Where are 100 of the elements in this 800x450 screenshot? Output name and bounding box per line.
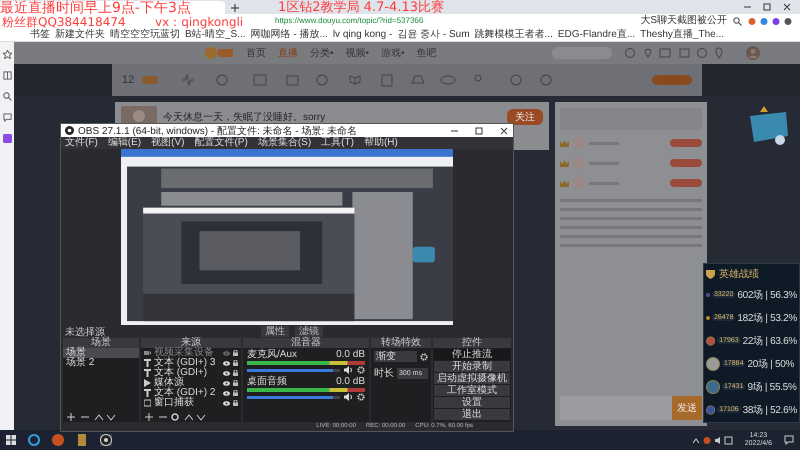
bookmark-item[interactable]: B站-晴空_S... [185, 28, 246, 40]
bookmark-item[interactable]: 晴空空空玩蓝切 [110, 28, 180, 40]
hero-avatar-icon [706, 334, 716, 348]
lock-icon[interactable] [233, 400, 238, 406]
search-icon[interactable] [733, 16, 742, 26]
control-button[interactable]: 工作室模式 [434, 385, 510, 396]
settings-icon[interactable] [357, 366, 365, 374]
source-item[interactable]: 窗口捕获 [154, 398, 194, 408]
lock-icon[interactable] [233, 370, 238, 376]
source-button[interactable]: 属性 [261, 326, 289, 337]
hero-record: 602场 | 56.3% [737, 288, 797, 302]
eye-icon[interactable] [223, 360, 230, 366]
source-item[interactable]: 文本 (GDI+) 3 [154, 358, 216, 368]
control-button[interactable]: 设置 [434, 397, 510, 408]
source-item[interactable]: 文本 (GDI+) 2 [154, 388, 216, 398]
source-button[interactable]: 滤镜 [295, 326, 323, 337]
recorder-app-icon[interactable] [100, 434, 112, 446]
settings-icon[interactable] [420, 352, 428, 360]
menu-item[interactable]: 场景集合(S) [258, 137, 312, 149]
overlay-caption: 粉丝群QQ384418474 [2, 14, 126, 29]
duration-label: 时长 [374, 366, 394, 380]
crown-icon [560, 160, 569, 166]
bookmark-item[interactable]: 书签 [30, 28, 50, 40]
shield-icon [706, 270, 715, 278]
volume-slider[interactable] [247, 368, 340, 372]
search-icon[interactable] [2, 92, 12, 101]
eye-icon[interactable] [223, 400, 230, 406]
browser-icon[interactable] [28, 434, 40, 446]
menu-item[interactable]: 编辑(E) [108, 137, 142, 149]
crown-icon [560, 140, 569, 146]
text-source-icon [144, 389, 151, 397]
dock-header: 转场特效 [371, 338, 431, 348]
control-button[interactable]: 退出 [434, 409, 510, 420]
game-app-icon[interactable] [52, 434, 64, 446]
control-button[interactable]: 开始录制 [434, 361, 510, 372]
eye-icon[interactable] [223, 380, 230, 386]
stream-title: 今天休息一天，失眠了没睡好。sorry [163, 110, 326, 124]
control-button[interactable]: 启动虚拟摄像机 [434, 373, 510, 384]
chat-icon[interactable] [2, 113, 12, 122]
dock-toolbar-icon[interactable] [145, 413, 207, 421]
league-app-icon[interactable] [76, 434, 88, 446]
source-item[interactable]: 视频采集设备 [154, 348, 214, 358]
menu-item[interactable]: 配置文件(P) [194, 137, 248, 149]
news-link[interactable]: 大S聊天截图被公开 [640, 15, 727, 27]
bookmark-item[interactable]: lv qing kong - [332, 28, 392, 40]
new-tab-icon[interactable] [231, 2, 239, 14]
lock-icon[interactable] [233, 390, 238, 396]
camera-icon [144, 349, 151, 357]
scene-item[interactable]: 场景 2 [63, 358, 139, 368]
star-icon[interactable] [2, 50, 12, 59]
menu-item[interactable]: 视图(V) [151, 137, 184, 149]
dock-header: 来源 [141, 338, 241, 348]
eye-icon[interactable] [223, 370, 230, 376]
lock-icon[interactable] [233, 360, 238, 366]
panel-title: 英雄战绩 [719, 268, 759, 281]
volume-slider[interactable] [247, 396, 340, 398]
send-button[interactable]: 发送 [672, 396, 702, 420]
menu-item[interactable]: 工具(T) [321, 137, 354, 149]
badge-pill [670, 179, 702, 187]
bookmark-item[interactable]: 跳舞模模王者者... [474, 28, 553, 40]
selection-label: 未选择源 [65, 326, 105, 338]
bookmark-item[interactable]: 新建文件夹 [55, 28, 105, 40]
tray-icons-drawing[interactable] [692, 436, 733, 444]
window-controls-icon[interactable] [449, 126, 509, 134]
source-item[interactable]: 媒体源 [154, 378, 184, 388]
app-icon[interactable] [2, 134, 12, 143]
source-item[interactable]: 文本 (GDI+) [154, 368, 208, 378]
transition-select[interactable]: 渐变 [374, 351, 417, 362]
address-field[interactable]: https://www.douyu.com/topic/?rid=537366 [275, 15, 424, 27]
badge-pill [670, 139, 702, 147]
badge-pill [670, 159, 702, 167]
overlay-caption: vx：qingkongli [155, 14, 244, 29]
follow-button[interactable]: 关注 [507, 109, 543, 125]
dock-toolbar-icon[interactable] [67, 413, 117, 421]
menu-item[interactable]: 帮助(H) [364, 137, 398, 149]
lock-icon[interactable] [233, 380, 238, 386]
speaker-icon[interactable] [344, 366, 353, 374]
hero-avatar-icon [706, 402, 716, 416]
book-icon[interactable] [2, 71, 12, 80]
speaker-icon[interactable] [344, 393, 353, 401]
hero-avatar-icon [706, 356, 720, 370]
extensions-icon[interactable] [748, 16, 792, 26]
bookmark-item[interactable]: 김윤 중사 - Sum [397, 28, 470, 40]
hero-record: 38场 | 52.6% [742, 404, 797, 416]
bookmark-item[interactable]: 网咖网络 - 播放... [250, 28, 328, 40]
scene-item[interactable]: 场景 [63, 348, 139, 358]
eye-icon[interactable] [223, 390, 230, 396]
hero-record: 9场 | 55.5% [747, 380, 797, 394]
bookmark-item[interactable]: EDG-Flandre直... [558, 28, 636, 40]
windows-start-icon[interactable] [6, 435, 16, 445]
lock-icon[interactable] [233, 350, 238, 356]
bookmark-item[interactable]: Theshy直播_The... [640, 28, 724, 40]
channel-reading: 0.0 dB [336, 350, 365, 360]
hero-record: 22场 | 63.6% [742, 334, 797, 348]
notification-icon[interactable] [784, 435, 794, 445]
chat-input-field[interactable] [560, 396, 672, 420]
settings-icon[interactable] [357, 393, 365, 401]
menu-item[interactable]: 文件(F) [65, 137, 98, 149]
hero-record: 182场 | 53.2% [737, 312, 797, 324]
control-button[interactable]: 停止推流 [434, 349, 510, 360]
